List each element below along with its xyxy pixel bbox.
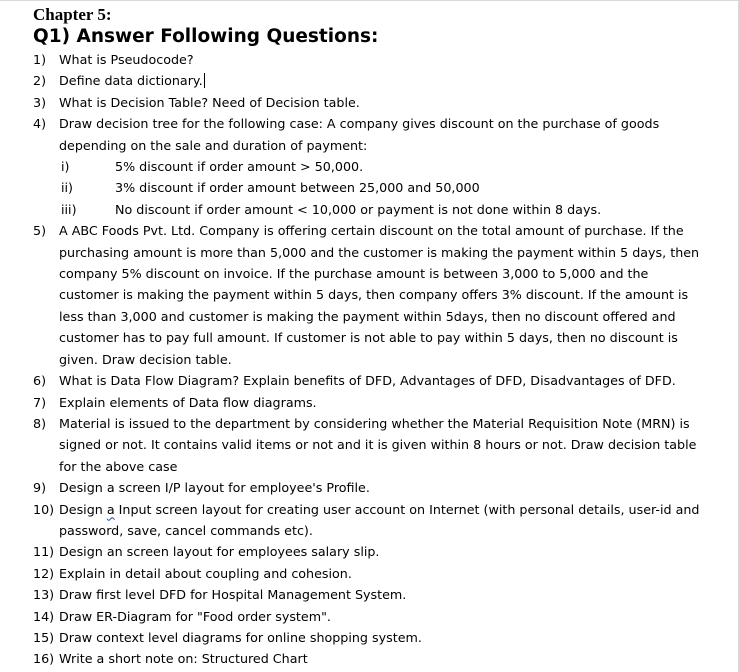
question-line: Explain elements of Data flow diagrams. bbox=[59, 394, 317, 410]
question-text: A ABC Foods Pvt. Ltd. Company is offerin… bbox=[59, 220, 729, 370]
question-item: 3) What is Decision Table? Need of Decisi… bbox=[0, 92, 739, 113]
sub-item: i) 5% discount if order amount > 50,000. bbox=[0, 156, 739, 177]
question-item: 14) Draw ER-Diagram for "Food order syste… bbox=[0, 606, 739, 627]
text-cursor bbox=[203, 73, 205, 89]
question-item: 1) What is Pseudocode? bbox=[0, 49, 739, 70]
sub-item: iii) No discount if order amount < 10,000… bbox=[0, 199, 739, 220]
question-text: What is Pseudocode? bbox=[59, 49, 729, 70]
question-number: 8) bbox=[33, 415, 47, 431]
question-line: Design a Input screen layout for creatin… bbox=[59, 501, 700, 517]
question-item: 11) Design an screen layout for employees… bbox=[0, 541, 739, 562]
question-line: for the above case bbox=[59, 458, 178, 474]
question-line: What is Data Flow Diagram? Explain benef… bbox=[59, 373, 676, 389]
sub-item-text: No discount if order amount < 10,000 or … bbox=[115, 201, 602, 217]
sub-item: ii) 3% discount if order amount between 2… bbox=[0, 177, 739, 198]
question-line: Draw ER-Diagram for "Food order system". bbox=[59, 608, 331, 624]
question-number: 13) bbox=[33, 587, 55, 603]
question-line: What is Pseudocode? bbox=[59, 52, 194, 67]
question-text: Design a screen I/P layout for employee'… bbox=[59, 477, 729, 498]
question-line: A ABC Foods Pvt. Ltd. Company is offerin… bbox=[59, 223, 684, 239]
question-number: 11) bbox=[33, 544, 55, 560]
question-line: purchasing amount is more than 5,000 and… bbox=[59, 244, 700, 260]
question-text: Explain elements of Data flow diagrams. bbox=[59, 392, 729, 413]
question-text: Draw first level DFD for Hospital Manage… bbox=[59, 584, 729, 605]
question-line: What is Decision Table? Need of Decision… bbox=[59, 94, 360, 110]
question-number: 6) bbox=[33, 373, 47, 389]
question-text: Material is issued to the department by … bbox=[59, 413, 729, 477]
question-item: 16) Write a short note on: Structured Cha… bbox=[0, 648, 739, 669]
question-number: 10) bbox=[33, 501, 55, 517]
question-number: 16) bbox=[33, 651, 55, 667]
question-text: Design an screen layout for employees sa… bbox=[59, 541, 729, 562]
question-text: Draw context level diagrams for online s… bbox=[59, 627, 729, 648]
question-line: customer has to pay full amount. If cust… bbox=[59, 330, 678, 346]
question-line: signed or not. It contains valid items o… bbox=[59, 437, 697, 453]
question-text: Write a short note on: Structured Chart bbox=[59, 648, 729, 669]
question-line: Write a short note on: Structured Chart bbox=[59, 651, 308, 667]
question-number: 4) bbox=[33, 116, 47, 132]
question-line: Material is issued to the department by … bbox=[59, 415, 690, 431]
question-number: 14) bbox=[33, 608, 55, 624]
question-item: 12) Explain in detail about coupling and … bbox=[0, 563, 739, 584]
question-text: Explain in detail about coupling and coh… bbox=[59, 563, 729, 584]
question-text: Draw decision tree for the following cas… bbox=[59, 113, 729, 156]
question-text: Draw ER-Diagram for "Food order system". bbox=[59, 606, 729, 627]
question-item: 5) A ABC Foods Pvt. Ltd. Company is offer… bbox=[0, 220, 739, 370]
question-number: 5) bbox=[33, 223, 47, 239]
question-item: 8) Material is issued to the department b… bbox=[0, 413, 739, 477]
document-page: Chapter 5: Q1) Answer Following Question… bbox=[0, 0, 739, 672]
question-line: less than 3,000 and customer is making t… bbox=[59, 308, 676, 324]
question-line: given. Draw decision table. bbox=[59, 351, 232, 367]
question-item: 13) Draw first level DFD for Hospital Man… bbox=[0, 584, 739, 605]
spellcheck-underline: a bbox=[106, 501, 115, 517]
question-line: depending on the sale and duration of pa… bbox=[59, 137, 368, 153]
question-item: 4) Draw decision tree for the following c… bbox=[0, 113, 739, 220]
question-number: 9) bbox=[33, 480, 47, 496]
question-text: What is Decision Table? Need of Decision… bbox=[59, 92, 729, 113]
question-number: 15) bbox=[33, 629, 55, 645]
question-number: 7) bbox=[33, 394, 47, 410]
question-line: Design a screen I/P layout for employee'… bbox=[59, 480, 370, 496]
question-item: 7) Explain elements of Data flow diagrams… bbox=[0, 392, 739, 413]
question-text: What is Data Flow Diagram? Explain benef… bbox=[59, 370, 729, 391]
sub-item-text: 3% discount if order amount between 25,0… bbox=[115, 180, 480, 196]
question-number: 12) bbox=[33, 565, 55, 581]
question-number: 3) bbox=[33, 94, 47, 110]
question-line: Draw decision tree for the following cas… bbox=[59, 116, 660, 132]
question-item: 9) Design a screen I/P layout for employe… bbox=[0, 477, 739, 498]
question-item: 2) Define data dictionary. bbox=[0, 70, 739, 91]
question-number: 2) bbox=[33, 73, 47, 89]
question-heading: Q1) Answer Following Questions: bbox=[33, 26, 379, 47]
question-item: 10) Design a Input screen layout for crea… bbox=[0, 499, 739, 542]
sub-item-number: i) bbox=[61, 159, 70, 175]
question-line: Draw first level DFD for Hospital Manage… bbox=[59, 587, 407, 603]
question-text: Design a Input screen layout for creatin… bbox=[59, 499, 729, 542]
question-number: 1) bbox=[33, 52, 47, 67]
question-item: 6) What is Data Flow Diagram? Explain ben… bbox=[0, 370, 739, 391]
question-text: Define data dictionary. bbox=[59, 70, 729, 91]
question-line: customer is making the payment within 5 … bbox=[59, 287, 689, 303]
question-line: Design an screen layout for employees sa… bbox=[59, 544, 380, 560]
question-item: 15) Draw context level diagrams for onlin… bbox=[0, 627, 739, 648]
sub-item-number: iii) bbox=[61, 201, 77, 217]
question-line: password, save, cancel commands etc). bbox=[59, 522, 313, 538]
chapter-title: Chapter 5: bbox=[33, 5, 112, 24]
question-line: Explain in detail about coupling and coh… bbox=[59, 565, 352, 581]
question-line: Define data dictionary. bbox=[59, 73, 205, 89]
question-line: company 5% discount on invoice. If the p… bbox=[59, 266, 649, 282]
question-line: Draw context level diagrams for online s… bbox=[59, 629, 422, 645]
question-list: 1) What is Pseudocode? 2) Define data dicti… bbox=[0, 49, 739, 670]
sub-item-number: ii) bbox=[61, 180, 73, 196]
sub-item-text: 5% discount if order amount > 50,000. bbox=[115, 159, 364, 175]
